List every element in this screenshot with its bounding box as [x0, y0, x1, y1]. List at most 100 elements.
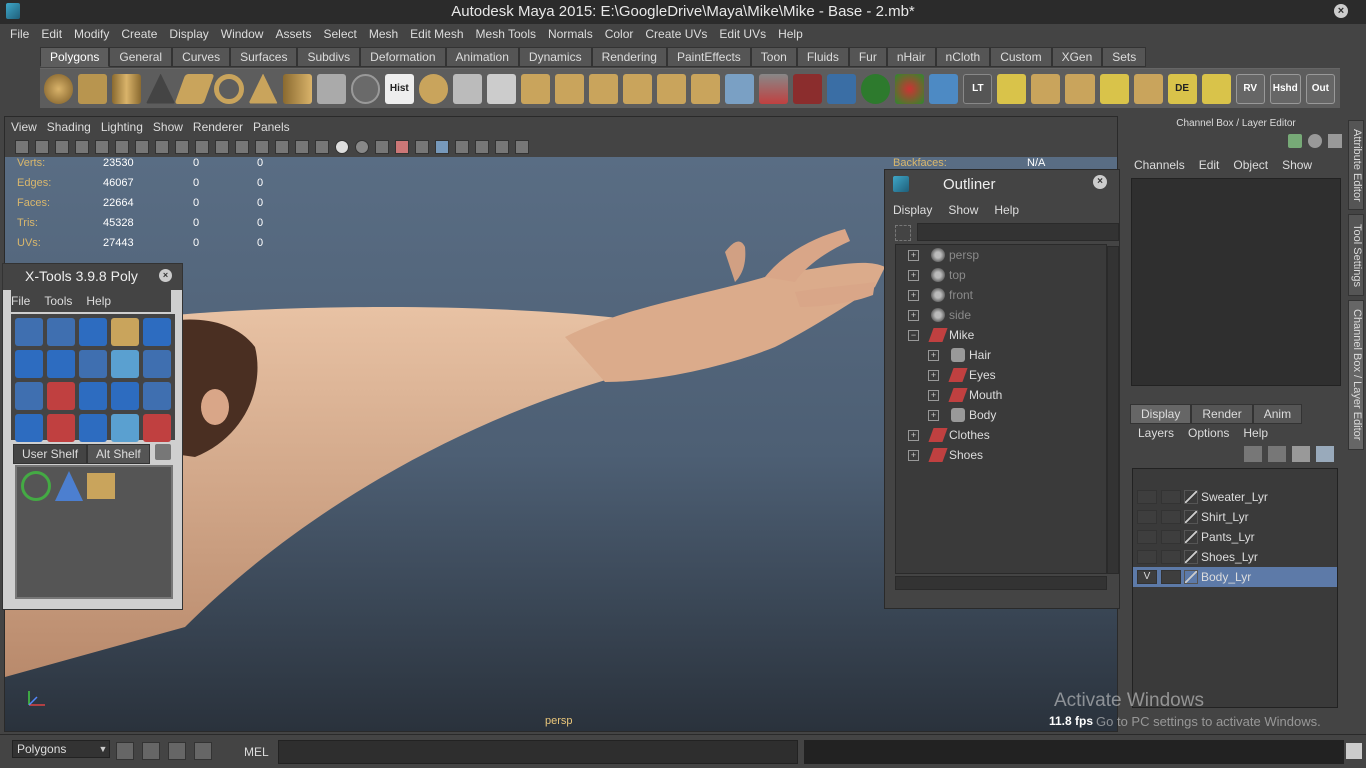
xtool-n-icon[interactable] — [111, 382, 139, 410]
expand-toggle-icon[interactable]: + — [928, 409, 939, 421]
separate-icon[interactable] — [452, 73, 482, 104]
xtool-l-icon[interactable] — [47, 382, 75, 410]
layer-visibility-toggle[interactable] — [1137, 490, 1157, 504]
channel-icon[interactable] — [1288, 134, 1302, 148]
shelf-tab-ncloth[interactable]: nCloth — [935, 47, 991, 67]
xtools-menu-tools[interactable]: Tools — [44, 294, 72, 308]
outliner-item-mouth[interactable]: + Mouth — [928, 385, 1002, 405]
image-plane-icon[interactable] — [75, 140, 89, 154]
poly-helix-icon[interactable] — [316, 73, 346, 104]
expand-toggle-icon[interactable]: − — [908, 329, 919, 341]
plane-tool-icon[interactable] — [87, 473, 115, 499]
menu-select[interactable]: Select — [317, 27, 362, 41]
shelf-tab-deformation[interactable]: Deformation — [360, 47, 446, 67]
script-editor-button-icon[interactable] — [1346, 743, 1362, 759]
expand-toggle-icon[interactable]: + — [908, 309, 919, 321]
channel-menu-edit[interactable]: Edit — [1199, 158, 1220, 172]
close-icon[interactable]: × — [1093, 175, 1107, 189]
lt-button[interactable]: LT — [963, 73, 993, 104]
extract-icon[interactable] — [486, 73, 516, 104]
wire-on-shaded-icon[interactable] — [195, 140, 209, 154]
outliner-menu-show[interactable]: Show — [948, 203, 978, 217]
default-light-icon[interactable] — [335, 140, 349, 154]
split-icon[interactable] — [691, 73, 721, 104]
wireframe-icon[interactable] — [155, 140, 169, 154]
chevron-down-icon[interactable]: ▼ — [96, 740, 110, 758]
append-icon[interactable] — [657, 73, 687, 104]
paint-icon[interactable] — [793, 73, 823, 104]
new-layer-selected-icon[interactable] — [1316, 446, 1334, 462]
out-button[interactable]: Out — [1305, 73, 1335, 104]
menu-file[interactable]: File — [4, 27, 35, 41]
layer-row-shirt-lyr[interactable]: Shirt_Lyr — [1133, 507, 1337, 527]
layer-tab-render[interactable]: Render — [1191, 404, 1253, 424]
shelf-tab-fluids[interactable]: Fluids — [796, 47, 849, 67]
menu-create-uvs[interactable]: Create UVs — [639, 27, 713, 41]
menu-edit[interactable]: Edit — [35, 27, 68, 41]
outliner-item-hair[interactable]: + Hair — [928, 345, 991, 365]
layer-type-toggle[interactable] — [1161, 550, 1181, 564]
layer-row-sweater-lyr[interactable]: Sweater_Lyr — [1133, 487, 1337, 507]
xtools-menu-file[interactable]: File — [11, 294, 30, 308]
poly-pipe-icon[interactable] — [282, 73, 312, 104]
poly-sphere-icon[interactable] — [44, 73, 74, 104]
snap-icon[interactable] — [116, 742, 134, 760]
uv-planar-icon[interactable] — [1031, 73, 1061, 104]
xtool-f-icon[interactable] — [15, 350, 43, 378]
menu-edit-uvs[interactable]: Edit UVs — [713, 27, 772, 41]
layer-type-toggle[interactable] — [1161, 510, 1181, 524]
poly-cylinder-icon[interactable] — [112, 73, 142, 104]
poly-plane-icon[interactable] — [174, 73, 215, 104]
share-icon[interactable] — [515, 140, 529, 154]
uv-unfold-icon[interactable] — [1201, 73, 1231, 104]
layer-row-pants-lyr[interactable]: Pants_Lyr — [1133, 527, 1337, 547]
menu-help[interactable]: Help — [772, 27, 809, 41]
xtools-shelf-tab-user-shelf[interactable]: User Shelf — [13, 444, 88, 464]
grid-icon[interactable] — [95, 140, 109, 154]
select-icon[interactable] — [455, 140, 469, 154]
xtool-t-icon[interactable] — [143, 414, 171, 442]
layer-menu-options[interactable]: Options — [1188, 426, 1229, 440]
uv-cylindrical-icon[interactable] — [1065, 73, 1095, 104]
expand-toggle-icon[interactable]: + — [908, 269, 919, 281]
trash-icon[interactable] — [155, 444, 171, 460]
poly-pyramid-icon[interactable] — [248, 73, 278, 104]
outliner-header[interactable]: Outliner × — [885, 170, 1119, 198]
command-input[interactable] — [278, 740, 798, 764]
shelf-tab-toon[interactable]: Toon — [750, 47, 797, 67]
expand-toggle-icon[interactable]: + — [908, 449, 919, 461]
layer-type-toggle[interactable] — [1161, 570, 1181, 584]
outliner-item-shoes[interactable]: + Shoes — [908, 445, 983, 465]
channel-menu-show[interactable]: Show — [1282, 158, 1312, 172]
soccer-ball-icon[interactable] — [350, 73, 380, 104]
layer-row-shoes-lyr[interactable]: Shoes_Lyr — [1133, 547, 1337, 567]
xtool-q-icon[interactable] — [47, 414, 75, 442]
menu-mesh-tools[interactable]: Mesh Tools — [470, 27, 542, 41]
menu-edit-mesh[interactable]: Edit Mesh — [404, 27, 469, 41]
shelf-tab-rendering[interactable]: Rendering — [591, 47, 667, 67]
uv-spherical-icon[interactable] — [1099, 73, 1129, 104]
camera-icon[interactable] — [15, 140, 29, 154]
hshd-button[interactable]: Hshd — [1269, 73, 1301, 104]
outliner-item-side[interactable]: + side — [908, 305, 971, 325]
outliner-item-clothes[interactable]: + Clothes — [908, 425, 990, 445]
layer-tab-anim[interactable]: Anim — [1252, 404, 1303, 424]
new-layer-up-icon[interactable] — [1268, 446, 1286, 462]
layer-type-toggle[interactable] — [1161, 530, 1181, 544]
smooth-shade-icon[interactable] — [175, 140, 189, 154]
outliner-menu-help[interactable]: Help — [994, 203, 1019, 217]
textured-icon[interactable] — [215, 140, 229, 154]
smooth-icon[interactable] — [520, 73, 550, 104]
layer-color-swatch[interactable] — [1184, 570, 1198, 584]
poly-cone-icon[interactable] — [146, 73, 176, 104]
poly-torus-icon[interactable] — [214, 73, 244, 104]
xtool-b-icon[interactable] — [47, 318, 75, 346]
channel-menu-channels[interactable]: Channels — [1134, 158, 1185, 172]
menu-modify[interactable]: Modify — [68, 27, 115, 41]
layer-color-swatch[interactable] — [1184, 490, 1198, 504]
menu-mesh[interactable]: Mesh — [363, 27, 404, 41]
rv-button[interactable]: RV — [1235, 73, 1265, 104]
shelf-tab-custom[interactable]: Custom — [990, 47, 1052, 67]
channel-menu-object[interactable]: Object — [1233, 158, 1268, 172]
close-icon[interactable]: × — [1334, 4, 1348, 18]
